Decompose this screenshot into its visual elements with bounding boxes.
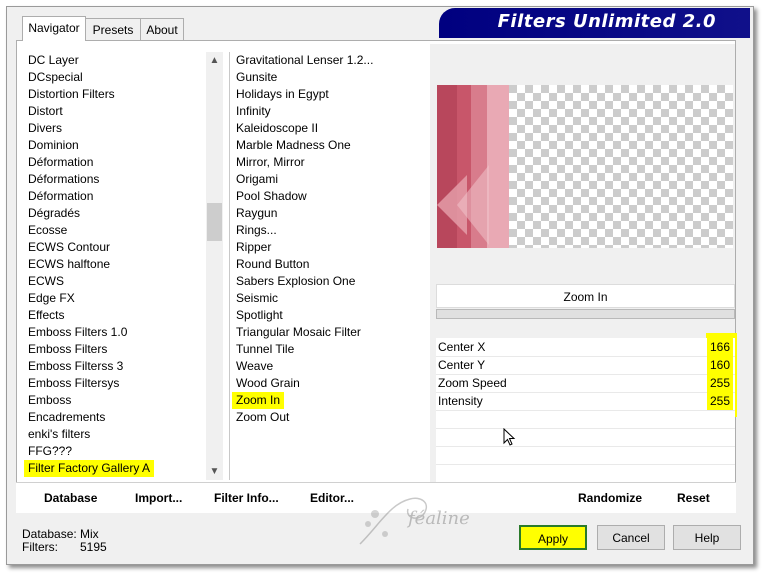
list-item[interactable]: Emboss Filters 1.0 — [24, 324, 208, 341]
mouse-cursor-icon — [503, 428, 516, 446]
randomize-button[interactable]: Randomize — [578, 491, 642, 505]
category-scrollbar[interactable]: ▲ ▼ — [206, 52, 223, 480]
list-item[interactable]: Ripper — [232, 239, 428, 256]
preview-image — [437, 85, 733, 248]
list-item[interactable]: Rings... — [232, 222, 428, 239]
separator-bar — [436, 309, 735, 319]
param-row-zoom-speed[interactable]: Zoom Speed 255 — [436, 374, 735, 393]
parameter-panel: Center X 166 Center Y 160 Zoom Speed 255… — [436, 338, 735, 482]
chevron-up-icon[interactable]: ▲ — [206, 52, 223, 69]
list-item[interactable]: Holidays in Egypt — [232, 86, 428, 103]
list-item[interactable]: DC Layer — [24, 52, 208, 69]
list-item[interactable]: enki's filters — [24, 426, 208, 443]
list-item[interactable]: Pool Shadow — [232, 188, 428, 205]
watermark-logo: féaline — [350, 484, 470, 554]
list-item[interactable]: Emboss Filtersys — [24, 375, 208, 392]
list-item[interactable]: Effects — [24, 307, 208, 324]
status-value: Mix — [80, 527, 99, 541]
list-item[interactable]: Déformations — [24, 171, 208, 188]
list-item[interactable]: Ecosse — [24, 222, 208, 239]
param-label: Center Y — [438, 358, 486, 372]
list-item[interactable]: Tunnel Tile — [232, 341, 428, 358]
param-value[interactable]: 255 — [706, 374, 733, 392]
param-row-intensity[interactable]: Intensity 255 — [436, 392, 735, 411]
status-label: Database: — [22, 527, 77, 541]
list-item[interactable]: Spotlight — [232, 307, 428, 324]
list-item[interactable]: Distortion Filters — [24, 86, 208, 103]
database-button[interactable]: Database — [44, 491, 97, 505]
chevron-down-icon[interactable]: ▼ — [206, 463, 223, 480]
watermark-text: féaline — [406, 508, 470, 529]
list-item[interactable]: ECWS — [24, 273, 208, 290]
list-item[interactable]: Déformation — [24, 154, 208, 171]
param-value[interactable]: 255 — [706, 392, 733, 410]
list-item[interactable]: Round Button — [232, 256, 428, 273]
tab-about[interactable]: About — [140, 18, 184, 41]
list-item[interactable]: Emboss Filters — [24, 341, 208, 358]
filter-name-label: Zoom In — [436, 284, 735, 308]
list-item[interactable]: Triangular Mosaic Filter — [232, 324, 428, 341]
cancel-button[interactable]: Cancel — [597, 525, 665, 550]
param-row-center-x[interactable]: Center X 166 — [436, 338, 735, 357]
import-button[interactable]: Import... — [135, 491, 182, 505]
param-label: Center X — [438, 340, 486, 354]
help-button[interactable]: Help — [673, 525, 741, 550]
list-item[interactable]: Emboss — [24, 392, 208, 409]
status-filters: Filters: 5195 — [22, 540, 107, 554]
list-item[interactable]: Emboss Filterss 3 — [24, 358, 208, 375]
list-item[interactable]: Gunsite — [232, 69, 428, 86]
list-item[interactable]: Mirror, Mirror — [232, 154, 428, 171]
list-item[interactable]: Dégradés — [24, 205, 208, 222]
flourish-graphic: féaline — [359, 497, 470, 545]
status-label: Filters: — [22, 540, 58, 554]
list-item[interactable]: Seismic — [232, 290, 428, 307]
param-label: Intensity — [438, 394, 483, 408]
selected-category-item[interactable]: Filter Factory Gallery A — [24, 460, 155, 477]
list-item[interactable]: Gravitational Lenser 1.2... — [232, 52, 428, 69]
param-row-empty — [436, 410, 735, 429]
list-item[interactable]: Wood Grain — [232, 375, 428, 392]
list-item[interactable]: Encadrements — [24, 409, 208, 426]
param-value[interactable]: 166 — [706, 338, 733, 356]
editor-button[interactable]: Editor... — [310, 491, 354, 505]
list-item[interactable]: Zoom Out — [232, 409, 428, 426]
status-database: Database: Mix — [22, 527, 99, 541]
status-value: 5195 — [80, 540, 107, 554]
category-list[interactable]: DC Layer DCspecial Distortion Filters Di… — [24, 52, 208, 480]
list-item[interactable]: Distort — [24, 103, 208, 120]
list-item[interactable]: Kaleidoscope II — [232, 120, 428, 137]
reset-button[interactable]: Reset — [677, 491, 710, 505]
selected-filter-item[interactable]: Zoom In — [232, 392, 285, 409]
list-item[interactable]: Marble Madness One — [232, 137, 428, 154]
list-item[interactable]: Raygun — [232, 205, 428, 222]
title-banner: Filters Unlimited 2.0 — [439, 8, 750, 38]
tab-presets[interactable]: Presets — [84, 18, 142, 41]
apply-button[interactable]: Apply — [519, 525, 587, 550]
list-item[interactable]: Déformation — [24, 188, 208, 205]
list-item[interactable]: Origami — [232, 171, 428, 188]
preview-graphic — [437, 85, 509, 248]
param-row-empty — [436, 428, 735, 447]
list-item[interactable]: Dominion — [24, 137, 208, 154]
param-row-center-y[interactable]: Center Y 160 — [436, 356, 735, 375]
list-item[interactable]: FFG??? — [24, 443, 208, 460]
list-item[interactable]: Weave — [232, 358, 428, 375]
filter-info-button[interactable]: Filter Info... — [214, 491, 279, 505]
list-item[interactable]: Divers — [24, 120, 208, 137]
list-item[interactable]: DCspecial — [24, 69, 208, 86]
list-item[interactable]: ECWS halftone — [24, 256, 208, 273]
list-item[interactable]: Edge FX — [24, 290, 208, 307]
window-title: Filters Unlimited 2.0 — [497, 11, 716, 32]
list-item[interactable]: Sabers Explosion One — [232, 273, 428, 290]
param-value[interactable]: 160 — [706, 356, 733, 374]
list-divider — [229, 52, 230, 480]
param-row-empty — [436, 446, 735, 465]
list-item[interactable]: ECWS Contour — [24, 239, 208, 256]
list-item[interactable]: Infinity — [232, 103, 428, 120]
scrollbar-thumb[interactable] — [207, 203, 222, 241]
tab-navigator[interactable]: Navigator — [22, 16, 86, 41]
filter-list[interactable]: Gravitational Lenser 1.2... Gunsite Holi… — [232, 52, 428, 480]
param-label: Zoom Speed — [438, 376, 507, 390]
